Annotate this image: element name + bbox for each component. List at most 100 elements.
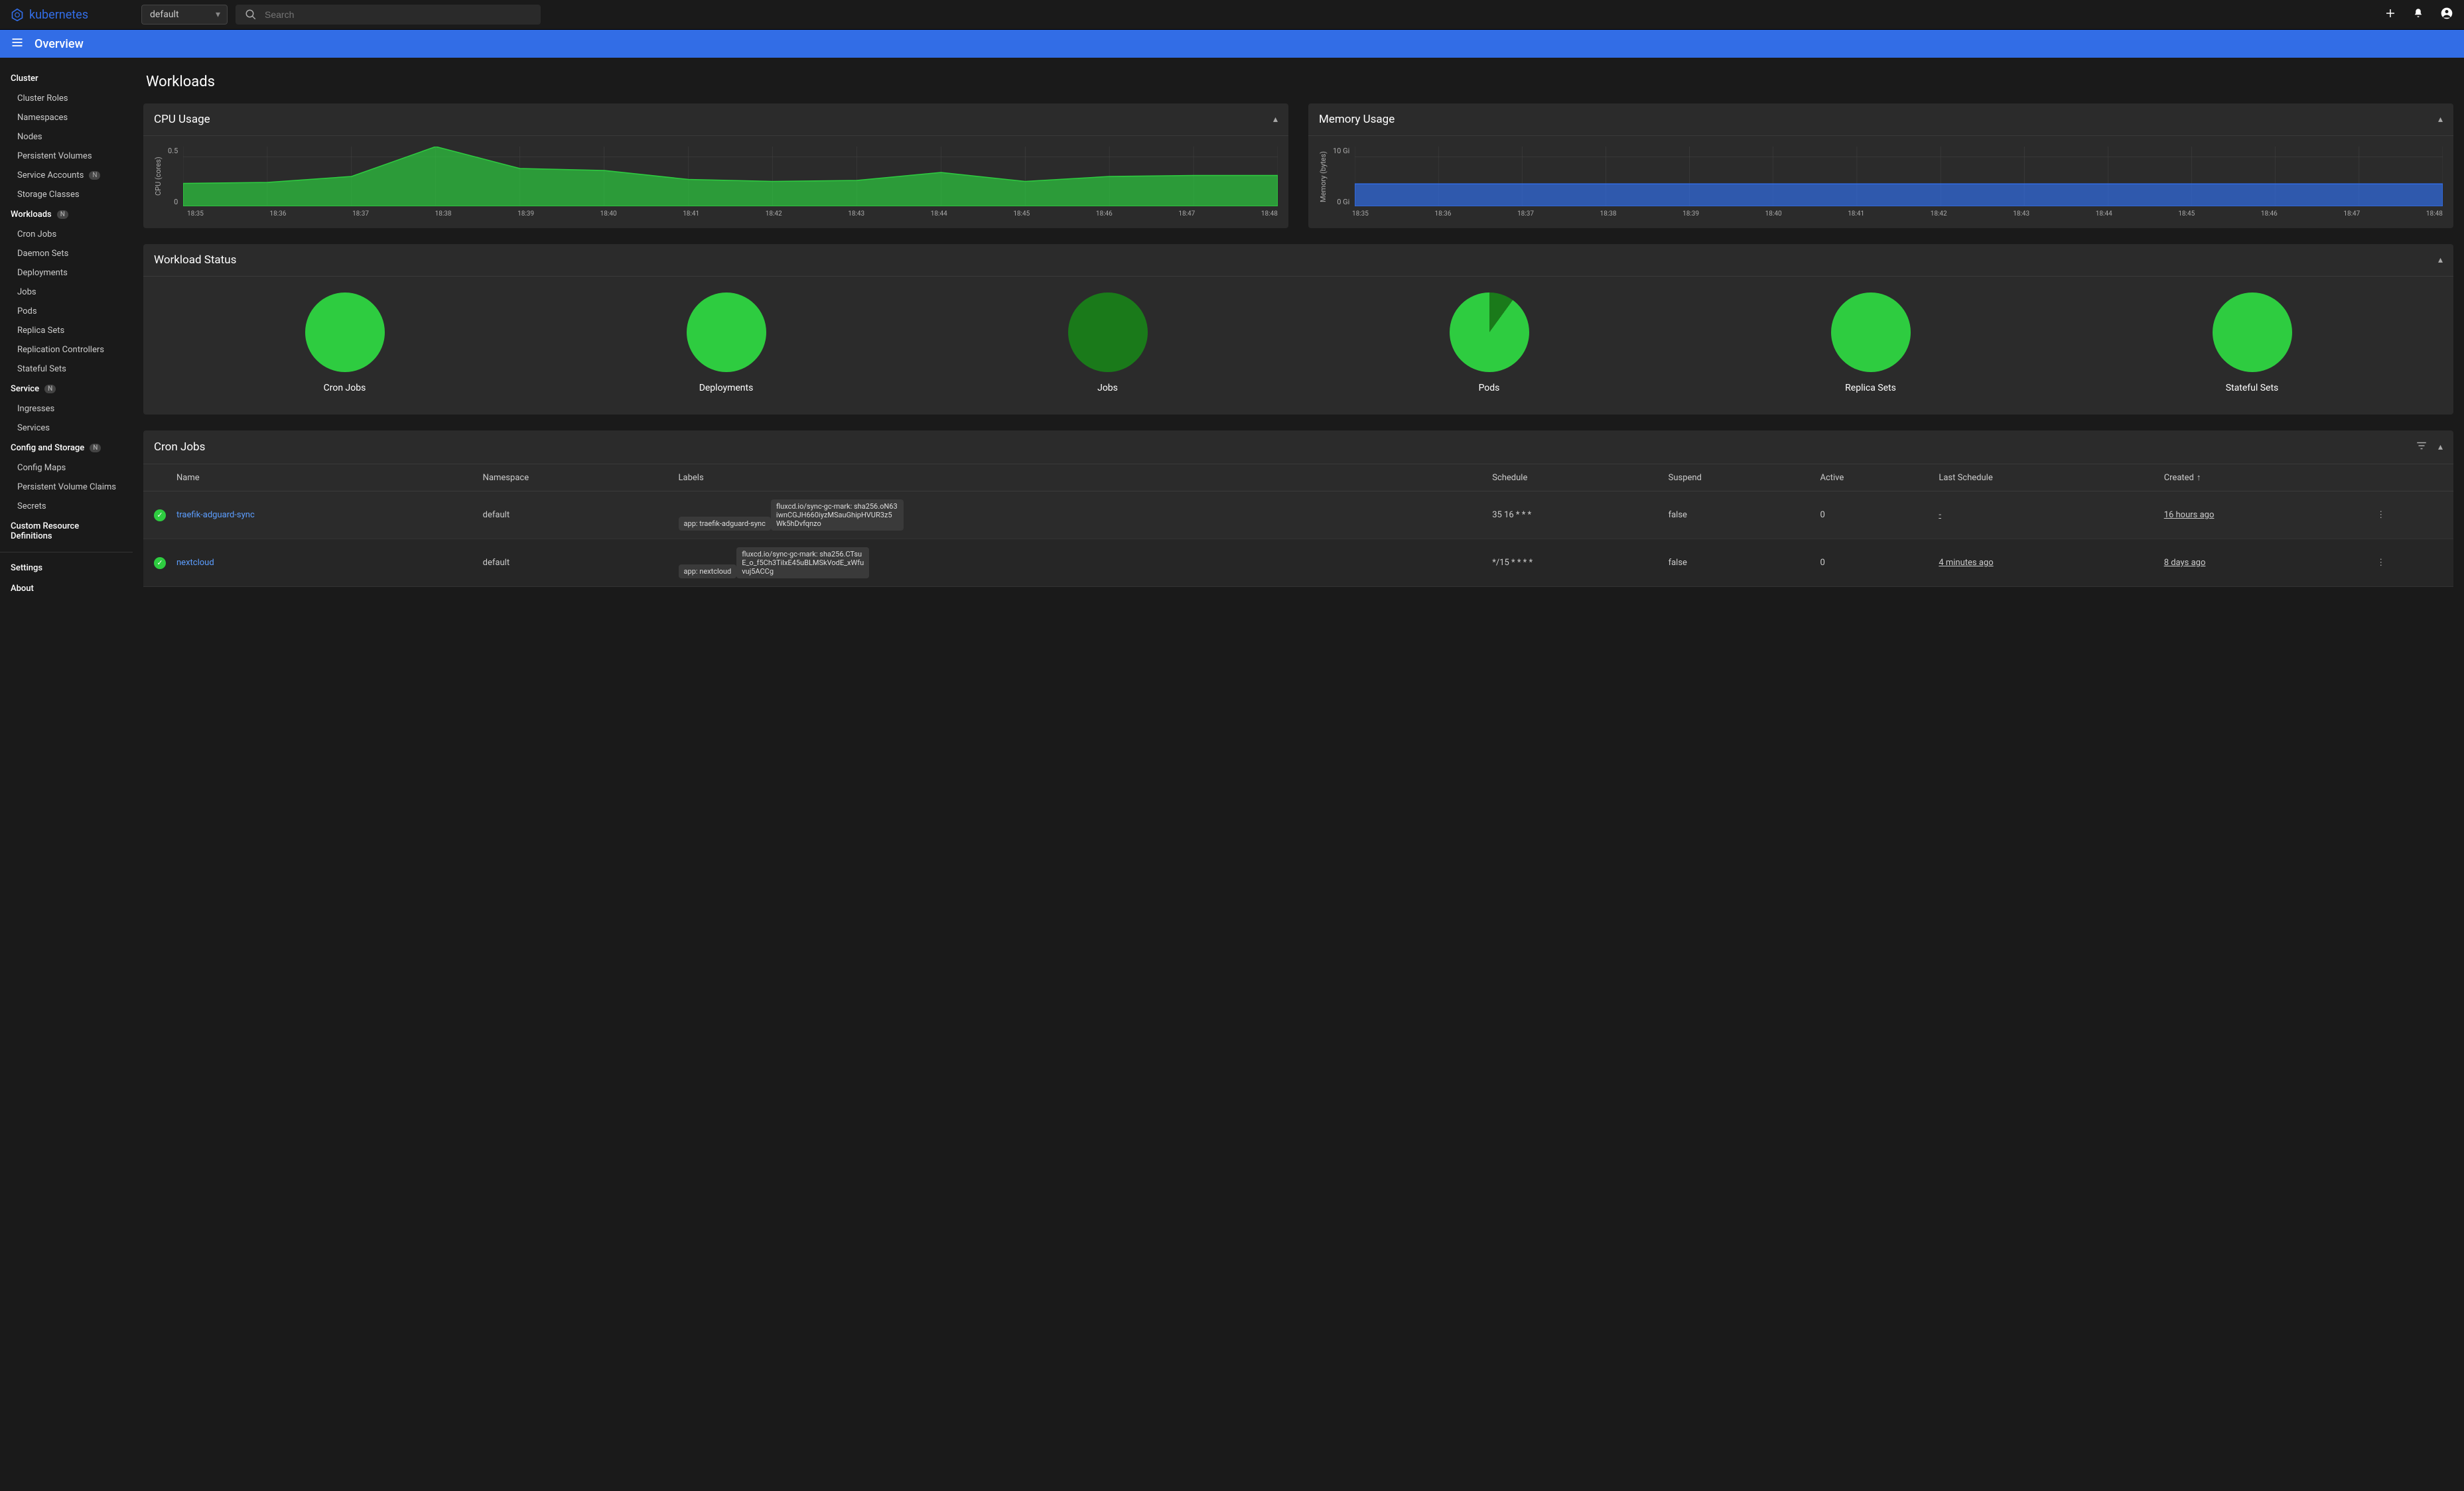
cpu-y-label: CPU (cores): [154, 147, 163, 206]
badge-n: N: [90, 444, 101, 452]
status-pie: [1831, 292, 1911, 372]
status-item[interactable]: Pods: [1450, 292, 1529, 393]
collapse-button[interactable]: ▴: [2438, 255, 2443, 265]
user-menu[interactable]: [2440, 7, 2453, 23]
status-label: Deployments: [699, 383, 754, 393]
resource-link[interactable]: traefik-adguard-sync: [176, 510, 255, 520]
cpu-chart: [183, 147, 1278, 206]
table-row: ✓ traefik-adguard-sync default app: trae…: [143, 491, 2453, 539]
workload-status-title: Workload Status: [154, 253, 236, 267]
resource-link[interactable]: nextcloud: [176, 558, 214, 568]
status-item[interactable]: Jobs: [1068, 292, 1148, 393]
plus-icon: [2384, 7, 2396, 19]
badge-n: N: [44, 385, 56, 393]
status-pie: [1450, 292, 1529, 372]
sidebar-item[interactable]: Config Maps: [0, 458, 133, 478]
sidebar-item-settings[interactable]: Settings: [0, 558, 133, 578]
topbar-actions: [2384, 7, 2453, 23]
table-header[interactable]: Namespace: [478, 464, 673, 491]
mem-y-label: Memory (bytes): [1319, 147, 1328, 206]
menu-toggle[interactable]: [11, 36, 24, 52]
label-chip: app: traefik-adguard-sync: [679, 517, 771, 531]
sidebar-heading-crd[interactable]: Custom Resource Definitions: [0, 516, 133, 547]
sidebar-item[interactable]: Namespaces: [0, 108, 133, 127]
table-header[interactable]: Name: [171, 464, 478, 491]
cpu-card-title: CPU Usage: [154, 113, 210, 126]
table-row: ✓ nextcloud default app: nextcloudfluxcd…: [143, 539, 2453, 587]
status-ok-icon: ✓: [154, 557, 166, 569]
sidebar-item[interactable]: Replica Sets: [0, 321, 133, 340]
create-button[interactable]: [2384, 7, 2396, 22]
collapse-button[interactable]: ▴: [2438, 114, 2443, 125]
status-label: Cron Jobs: [324, 383, 366, 393]
sidebar-item[interactable]: Persistent Volumes: [0, 147, 133, 166]
sidebar-item[interactable]: Secrets: [0, 497, 133, 516]
table-header[interactable]: Created ↑: [2159, 464, 2369, 491]
sidebar-heading-config[interactable]: Config and StorageN: [0, 438, 133, 458]
sidebar-heading-cluster[interactable]: Cluster: [0, 68, 133, 89]
sidebar-item[interactable]: Deployments: [0, 263, 133, 283]
cron-jobs-card: Cron Jobs ▴ NameNamespaceLabelsScheduleS…: [143, 430, 2453, 587]
table-header[interactable]: Active: [1814, 464, 1933, 491]
status-label: Jobs: [1097, 383, 1118, 393]
label-chip: app: nextcloud: [679, 564, 737, 578]
status-pie: [1068, 292, 1148, 372]
last-schedule[interactable]: -: [1939, 510, 1941, 520]
status-item[interactable]: Cron Jobs: [305, 292, 385, 393]
cron-jobs-title: Cron Jobs: [154, 440, 2405, 454]
page-heading: Overview: [34, 37, 84, 51]
logo[interactable]: kubernetes: [11, 8, 88, 22]
status-label: Pods: [1479, 383, 1500, 393]
search-box[interactable]: [236, 5, 541, 25]
sidebar-item[interactable]: Ingresses: [0, 399, 133, 419]
created-time[interactable]: 16 hours ago: [2164, 510, 2215, 520]
table-header[interactable]: Labels: [673, 464, 1487, 491]
last-schedule[interactable]: 4 minutes ago: [1939, 558, 1993, 568]
cpu-usage-card: CPU Usage ▴ CPU (cores) 0.50 18:3518:361…: [143, 103, 1288, 228]
sidebar-item[interactable]: Jobs: [0, 283, 133, 302]
sidebar-heading-workloads[interactable]: WorkloadsN: [0, 204, 133, 225]
sidebar-item[interactable]: Nodes: [0, 127, 133, 147]
filter-button[interactable]: [2416, 440, 2428, 454]
badge-n: N: [89, 171, 100, 180]
sidebar-item[interactable]: Persistent Volume Claims: [0, 478, 133, 497]
workload-status-card: Workload Status ▴ Cron Jobs Deployments Jo…: [143, 244, 2453, 415]
sidebar-heading-service[interactable]: ServiceN: [0, 379, 133, 399]
bluebar: Overview: [0, 30, 2464, 58]
search-icon: [245, 9, 257, 21]
sidebar-item[interactable]: Storage Classes: [0, 185, 133, 204]
table-header[interactable]: Last Schedule: [1933, 464, 2158, 491]
status-item[interactable]: Replica Sets: [1831, 292, 1911, 393]
brand-text: kubernetes: [29, 8, 88, 22]
notifications-button[interactable]: [2412, 7, 2424, 22]
created-time[interactable]: 8 days ago: [2164, 558, 2206, 568]
table-header[interactable]: Schedule: [1487, 464, 1663, 491]
badge-n: N: [57, 210, 68, 219]
sidebar-item[interactable]: Cron Jobs: [0, 225, 133, 244]
sidebar-item[interactable]: Cluster Roles: [0, 89, 133, 108]
collapse-button[interactable]: ▴: [1273, 114, 1278, 125]
status-label: Stateful Sets: [2226, 383, 2279, 393]
sidebar-item-about[interactable]: About: [0, 578, 133, 599]
row-menu-button[interactable]: ⋮: [2374, 555, 2388, 570]
namespace-select[interactable]: default: [141, 5, 228, 25]
row-menu-button[interactable]: ⋮: [2374, 507, 2388, 523]
sidebar-item[interactable]: Daemon Sets: [0, 244, 133, 263]
kubernetes-icon: [11, 8, 24, 21]
hamburger-icon: [11, 36, 24, 49]
sidebar-item[interactable]: Replication Controllers: [0, 340, 133, 359]
sidebar-item[interactable]: Service Accounts N: [0, 166, 133, 185]
sidebar-item[interactable]: Stateful Sets: [0, 359, 133, 379]
sidebar-item[interactable]: Services: [0, 419, 133, 438]
status-item[interactable]: Deployments: [687, 292, 766, 393]
status-pie: [687, 292, 766, 372]
search-input[interactable]: [265, 9, 531, 20]
sidebar: Cluster Cluster RolesNamespacesNodesPers…: [0, 58, 133, 1491]
mem-chart: [1355, 147, 2443, 206]
namespace-selected: default: [150, 9, 179, 20]
filter-icon: [2416, 440, 2428, 452]
table-header[interactable]: Suspend: [1663, 464, 1815, 491]
status-item[interactable]: Stateful Sets: [2213, 292, 2292, 393]
sidebar-item[interactable]: Pods: [0, 302, 133, 321]
collapse-button[interactable]: ▴: [2438, 442, 2443, 452]
